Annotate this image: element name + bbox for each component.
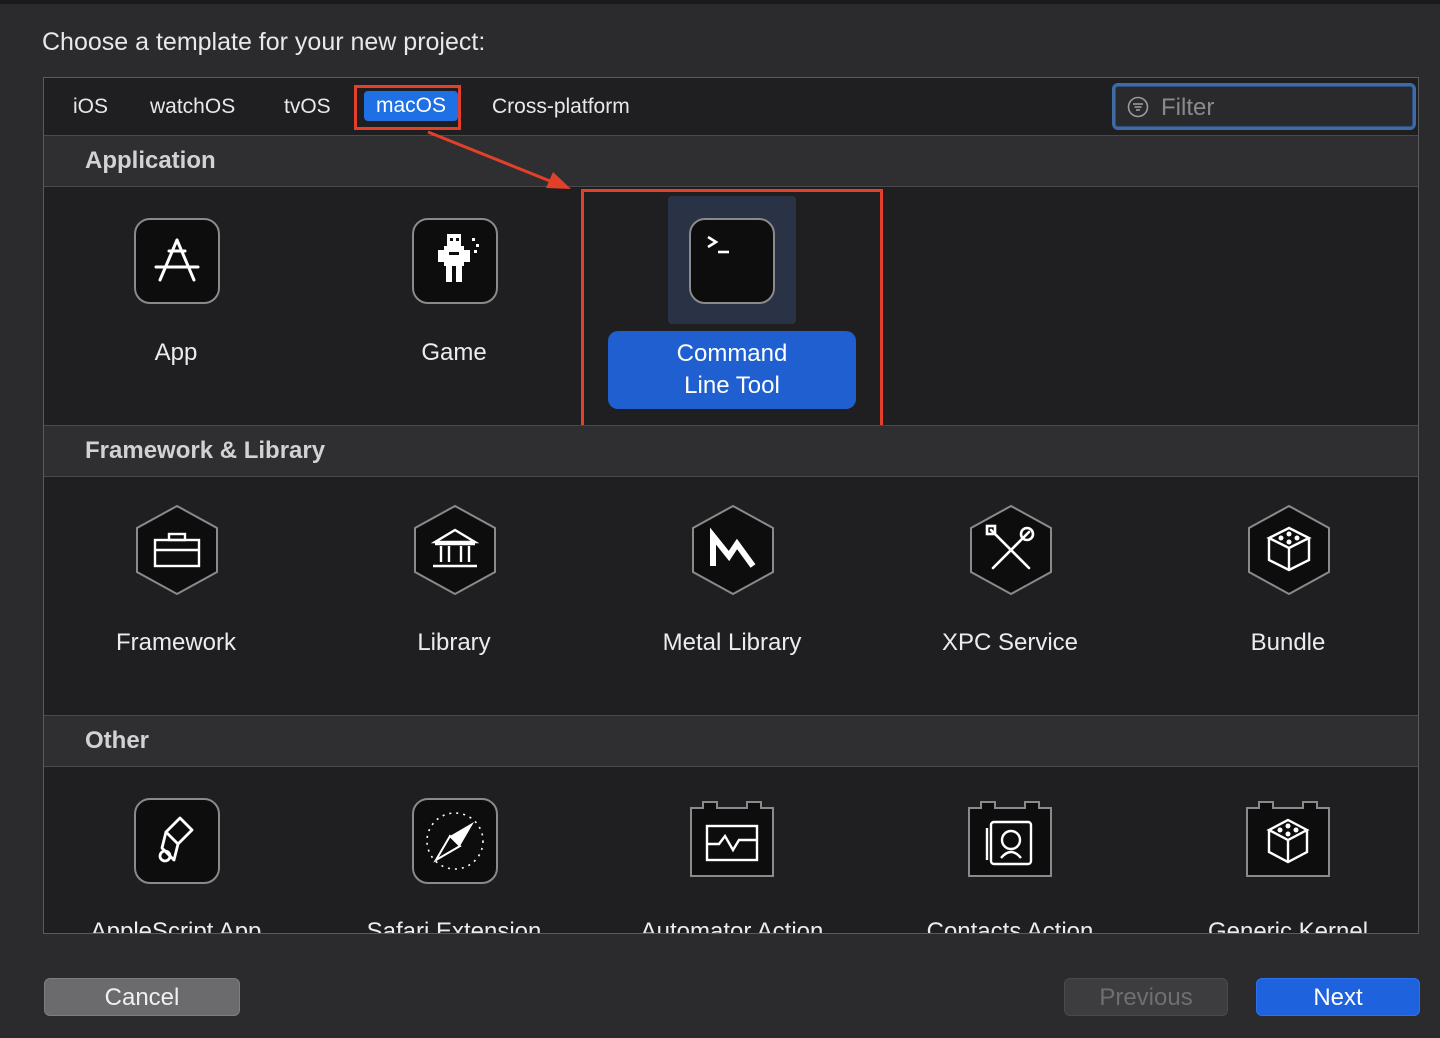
section-framework-header: Framework & Library — [44, 425, 1418, 477]
tab-ios[interactable]: iOS — [73, 93, 108, 121]
cube-icon[interactable] — [1245, 504, 1333, 596]
section-other-header: Other — [44, 715, 1418, 767]
compass-icon[interactable] — [412, 798, 498, 884]
filter-field[interactable]: Filter — [1112, 83, 1416, 130]
dialog-prompt: Choose a template for your new project: — [42, 28, 486, 56]
section-title: Other — [85, 727, 150, 754]
template-label-app[interactable]: App — [46, 337, 306, 369]
section-title: Framework & Library — [85, 437, 326, 464]
template-panel: iOS watchOS tvOS macOS Cross-platform Fi… — [43, 77, 1419, 934]
wrench-screwdriver-icon[interactable] — [967, 504, 1055, 596]
template-label-metal-library[interactable]: Metal Library — [602, 627, 862, 659]
template-label-xpc-service[interactable]: XPC Service — [880, 627, 1140, 659]
template-label-generic-kernel[interactable]: Generic Kernel — [1158, 916, 1418, 933]
template-label-framework[interactable]: Framework — [46, 627, 306, 659]
window-top-edge — [0, 0, 1440, 4]
game-robot-icon[interactable] — [412, 218, 498, 304]
metal-icon[interactable] — [689, 504, 777, 596]
platform-tab-bar: iOS watchOS tvOS macOS Cross-platform Fi… — [44, 78, 1418, 136]
template-label-bundle[interactable]: Bundle — [1158, 627, 1418, 659]
template-label-applescript-app[interactable]: AppleScript App — [46, 916, 306, 933]
cancel-button[interactable]: Cancel — [44, 978, 240, 1016]
tab-watchos[interactable]: watchOS — [150, 93, 235, 121]
tab-cross-platform[interactable]: Cross-platform — [492, 93, 630, 121]
template-label-game[interactable]: Game — [324, 337, 584, 369]
template-label-automator-action[interactable]: Automator Action — [602, 916, 862, 933]
filter-input[interactable]: Filter — [1161, 94, 1214, 122]
building-icon[interactable] — [411, 504, 499, 596]
app-store-icon[interactable] — [134, 218, 220, 304]
automator-icon[interactable] — [689, 800, 775, 878]
kernel-cube-icon[interactable] — [1245, 800, 1331, 878]
scroll-icon[interactable] — [134, 798, 220, 884]
toolbox-icon[interactable] — [133, 504, 221, 596]
tab-highlight-annotation — [354, 85, 461, 130]
template-label-contacts-action[interactable]: Contacts Action — [880, 916, 1140, 933]
template-label-library[interactable]: Library — [324, 627, 584, 659]
section-title: Application — [85, 147, 216, 174]
template-label-safari-extension[interactable]: Safari Extension — [324, 916, 584, 933]
contacts-icon[interactable] — [967, 800, 1053, 878]
next-button[interactable]: Next — [1256, 978, 1420, 1016]
selection-highlight-annotation — [581, 189, 883, 428]
filter-icon — [1127, 96, 1149, 118]
previous-button[interactable]: Previous — [1064, 978, 1228, 1016]
section-application-header: Application — [44, 135, 1418, 187]
tab-tvos[interactable]: tvOS — [284, 93, 331, 121]
